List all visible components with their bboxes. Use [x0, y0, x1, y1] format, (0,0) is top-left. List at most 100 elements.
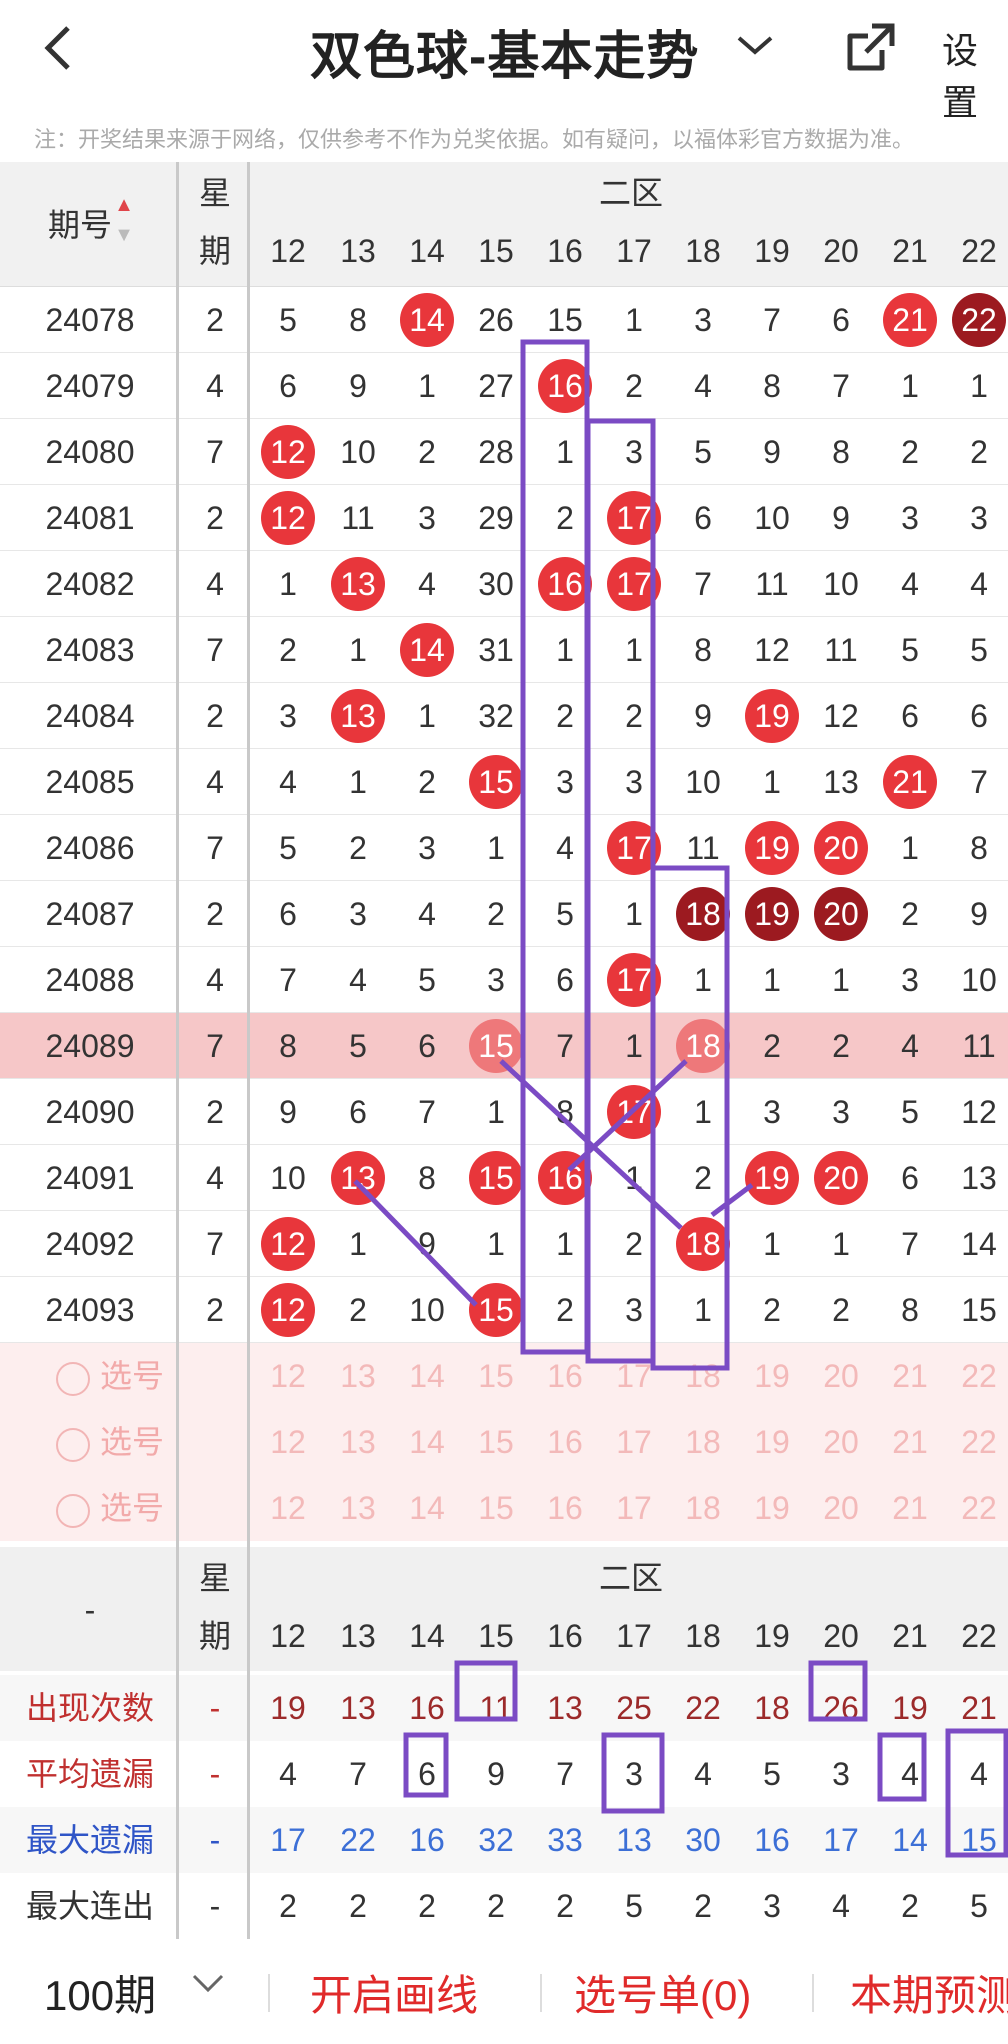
drawn-ball: 20: [814, 821, 868, 875]
settings-button[interactable]: 设置: [942, 22, 1008, 126]
number-cell: 15: [961, 1292, 997, 1328]
pick-number[interactable]: 14: [393, 1409, 461, 1475]
pick-number[interactable]: 21: [876, 1343, 944, 1409]
number-cell: 2: [901, 896, 919, 932]
pick-number[interactable]: 13: [324, 1409, 392, 1475]
number-cell: 12: [823, 698, 859, 734]
pick-number[interactable]: 17: [600, 1409, 668, 1475]
pick-number[interactable]: 22: [945, 1343, 1008, 1409]
drawn-ball: 14: [400, 623, 454, 677]
number-cell: 19: [738, 881, 806, 947]
radio-icon[interactable]: [56, 1361, 90, 1396]
pick-number[interactable]: 19: [738, 1409, 806, 1475]
stat-value: 22: [340, 1822, 376, 1858]
column-header-number: 21: [892, 233, 928, 269]
drawn-ball: 18: [676, 1217, 730, 1271]
number-cell: 2: [625, 1226, 643, 1262]
sort-icon[interactable]: ▲ ▼: [112, 190, 136, 250]
number-cell: 10: [340, 434, 376, 470]
number-cell: 1: [832, 962, 850, 998]
page-title[interactable]: 双色球-基本走势: [310, 14, 699, 89]
chevron-down-icon[interactable]: [735, 30, 775, 69]
pick-number[interactable]: 17: [600, 1475, 668, 1541]
number-cell: 2: [901, 434, 919, 470]
pick-number[interactable]: 15: [462, 1409, 530, 1475]
pick-number[interactable]: 16: [531, 1409, 599, 1475]
pick-number[interactable]: 12: [254, 1343, 322, 1409]
pick-number[interactable]: 16: [531, 1343, 599, 1409]
pick-number[interactable]: 19: [738, 1343, 806, 1409]
column-header-number: 20: [823, 233, 859, 269]
number-cell: 10: [754, 500, 790, 536]
stat-value: 19: [270, 1690, 306, 1726]
column-header-week: 星: [198, 175, 231, 211]
column-header-number: 17: [616, 233, 652, 269]
column-header-number: 18: [685, 233, 721, 269]
pick-number[interactable]: 18: [669, 1409, 737, 1475]
number-cell: 13: [324, 551, 392, 617]
drawn-ball: 21: [883, 293, 937, 347]
pick-number[interactable]: 13: [324, 1475, 392, 1541]
back-arrow-icon[interactable]: [38, 18, 82, 78]
number-cell: 12: [254, 1211, 322, 1277]
chevron-down-icon[interactable]: [190, 1970, 226, 2004]
radio-icon[interactable]: [56, 1493, 90, 1528]
stat-value: 3: [832, 1756, 850, 1792]
number-cell: 8: [901, 1292, 919, 1328]
pick-row-toggle[interactable]: 选号: [56, 1409, 206, 1475]
column-header-number: 14: [409, 1618, 445, 1654]
number-cell: 2: [279, 632, 297, 668]
pick-number[interactable]: 18: [669, 1343, 737, 1409]
pick-number[interactable]: 15: [462, 1475, 530, 1541]
stat-value: 4: [970, 1756, 988, 1792]
pick-number[interactable]: 17: [600, 1343, 668, 1409]
number-cell: 10: [685, 764, 721, 800]
number-cell: 15: [462, 1013, 530, 1079]
number-cell: 1: [901, 368, 919, 404]
pick-number[interactable]: 19: [738, 1475, 806, 1541]
number-cell: 8: [418, 1160, 436, 1196]
number-cell: 15: [547, 302, 583, 338]
number-cell: 13: [961, 1160, 997, 1196]
number-cell: 2: [763, 1292, 781, 1328]
pick-number[interactable]: 18: [669, 1475, 737, 1541]
number-cell: 6: [901, 698, 919, 734]
pick-row-toggle[interactable]: 选号: [56, 1475, 206, 1541]
issue-number: 24081: [45, 500, 135, 536]
pick-number[interactable]: 15: [462, 1343, 530, 1409]
pick-number[interactable]: 20: [807, 1343, 875, 1409]
stat-value: 14: [892, 1822, 928, 1858]
issue-number: 24080: [45, 434, 135, 470]
number-cell: 19: [738, 815, 806, 881]
pick-number[interactable]: 21: [876, 1409, 944, 1475]
pick-number[interactable]: 16: [531, 1475, 599, 1541]
number-cell: 1: [625, 632, 643, 668]
pick-number[interactable]: 14: [393, 1343, 461, 1409]
period-selector[interactable]: 100期: [44, 1962, 156, 2023]
pick-number[interactable]: 12: [254, 1409, 322, 1475]
column-header-number: 15: [478, 233, 514, 269]
share-icon[interactable]: [842, 20, 898, 76]
pick-number[interactable]: 20: [807, 1409, 875, 1475]
pick-number[interactable]: 22: [945, 1409, 1008, 1475]
pick-number[interactable]: 22: [945, 1475, 1008, 1541]
number-cell: 3: [625, 434, 643, 470]
number-cell: 7: [279, 962, 297, 998]
pick-number[interactable]: 21: [876, 1475, 944, 1541]
pick-list-button[interactable]: 选号单(0): [574, 1962, 751, 2023]
stat-value: 7: [349, 1756, 367, 1792]
stat-value: 4: [694, 1756, 712, 1792]
pick-number[interactable]: 20: [807, 1475, 875, 1541]
pick-number[interactable]: 13: [324, 1343, 392, 1409]
drawn-ball: 18: [676, 1019, 730, 1073]
number-cell: 5: [556, 896, 574, 932]
stat-value: 16: [754, 1822, 790, 1858]
number-cell: 4: [279, 764, 297, 800]
pick-number[interactable]: 12: [254, 1475, 322, 1541]
predict-button[interactable]: 本期预测: [850, 1962, 1008, 2023]
stat-value: 17: [823, 1822, 859, 1858]
pick-number[interactable]: 14: [393, 1475, 461, 1541]
radio-icon[interactable]: [56, 1427, 90, 1462]
pick-row-toggle[interactable]: 选号: [56, 1343, 206, 1409]
draw-lines-button[interactable]: 开启画线: [310, 1962, 478, 2023]
